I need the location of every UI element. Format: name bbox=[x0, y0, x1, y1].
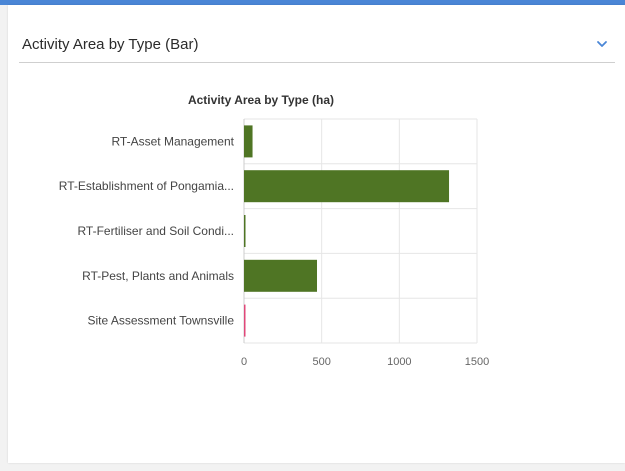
chart-bars bbox=[244, 125, 450, 337]
bar[interactable] bbox=[244, 215, 246, 247]
category-label: RT-Pest, Plants and Animals bbox=[82, 269, 234, 283]
bar[interactable] bbox=[244, 170, 450, 203]
category-label: RT-Establishment of Pongamia... bbox=[59, 179, 234, 193]
chart-title: Activity Area by Type (ha) bbox=[188, 93, 334, 107]
bar[interactable] bbox=[244, 259, 318, 292]
category-label: RT-Asset Management bbox=[111, 134, 234, 148]
category-label: Site Assessment Townsville bbox=[87, 314, 234, 328]
x-tick-label: 0 bbox=[241, 356, 247, 368]
category-labels: RT-Asset Management RT-Establishment of P… bbox=[59, 134, 235, 327]
x-tick-label: 1500 bbox=[465, 356, 489, 368]
x-tick-label: 500 bbox=[312, 356, 330, 368]
x-tick-label: 1000 bbox=[387, 356, 411, 368]
x-axis-ticks: 0 500 1000 1500 bbox=[241, 356, 489, 368]
bar-chart: Activity Area by Type (ha) RT-Asset Mana… bbox=[59, 93, 489, 368]
bar[interactable] bbox=[244, 304, 246, 337]
category-label: RT-Fertiliser and Soil Condi... bbox=[77, 224, 234, 238]
bar[interactable] bbox=[244, 125, 253, 158]
chart-grid bbox=[243, 118, 478, 344]
